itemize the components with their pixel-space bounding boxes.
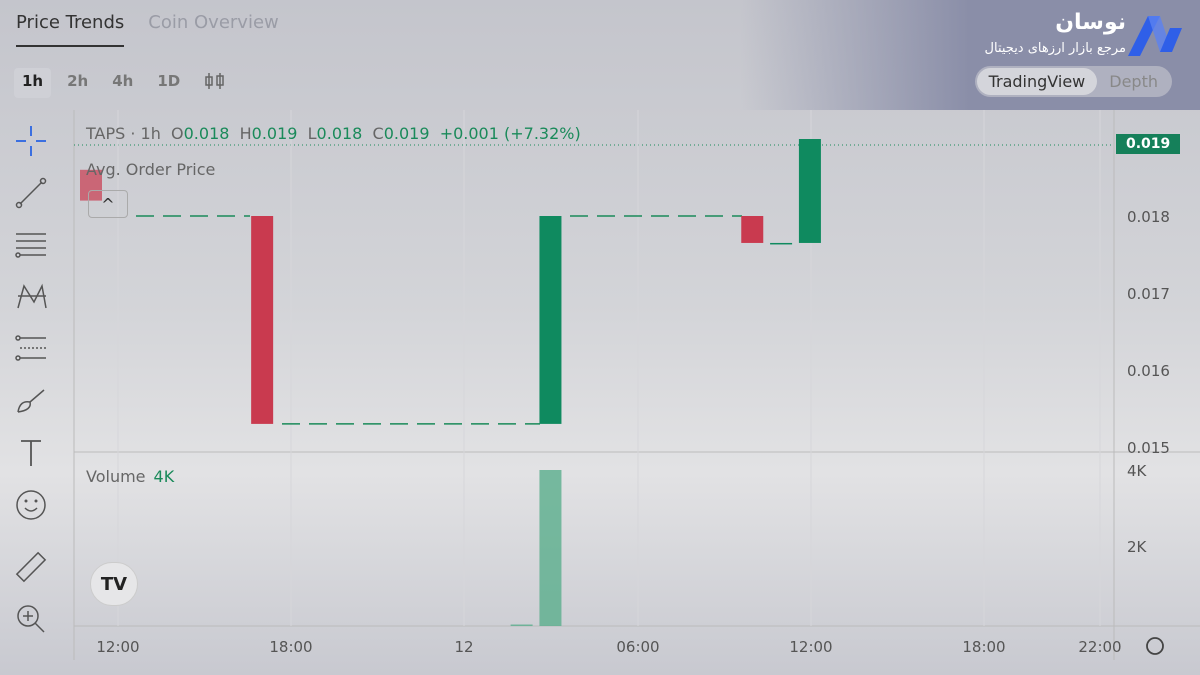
last-price-tag: 0.019 xyxy=(1116,134,1181,154)
tradingview-logo[interactable]: TV xyxy=(90,562,138,606)
volume-tick-label: 4K xyxy=(1127,462,1148,480)
close-value: 0.019 xyxy=(383,124,430,143)
x-tick-label: 12:00 xyxy=(789,638,832,656)
y-tick-label: 0.018 xyxy=(1127,208,1170,226)
price-chart[interactable]: 12:00 18:00 12 06:00 12:00 18:00 22:00 0.015 0.0… xyxy=(0,0,1200,675)
x-tick-label: 06:00 xyxy=(616,638,659,656)
x-tick-label: 12 xyxy=(454,638,473,656)
x-tick-label: 18:00 xyxy=(962,638,1005,656)
chart-settings-icon xyxy=(1146,637,1164,655)
y-tick-label: 0.015 xyxy=(1127,439,1170,457)
candle xyxy=(770,242,793,245)
volume-label: Volume xyxy=(86,467,146,486)
open-label: O xyxy=(171,124,184,143)
volume-bar xyxy=(510,624,533,626)
volume-bar xyxy=(539,470,562,626)
x-tick-label: 12:00 xyxy=(96,638,139,656)
high-value: 0.019 xyxy=(251,124,298,143)
candle xyxy=(741,216,764,243)
candle xyxy=(539,216,562,424)
low-value: 0.018 xyxy=(316,124,363,143)
y-tick-label: 0.017 xyxy=(1127,285,1170,303)
y-tick-label: 0.016 xyxy=(1127,362,1170,380)
low-label: L xyxy=(307,124,317,143)
high-label: H xyxy=(239,124,252,143)
change-value: +0.001 (+7.32%) xyxy=(439,124,581,143)
symbol-label: TAPS · 1h xyxy=(86,124,161,143)
candle xyxy=(798,139,821,243)
volume-value: 4K xyxy=(153,467,175,486)
volume-legend: Volume 4K xyxy=(86,467,174,486)
open-value: 0.018 xyxy=(183,124,230,143)
collapse-indicators-button[interactable]: ^ xyxy=(88,190,128,218)
volume-tick-label: 2K xyxy=(1127,538,1148,556)
avg-order-price-label: Avg. Order Price xyxy=(86,160,216,179)
close-label: C xyxy=(372,124,384,143)
candle xyxy=(251,216,274,424)
x-tick-label: 18:00 xyxy=(269,638,312,656)
x-tick-label: 22:00 xyxy=(1078,638,1121,656)
ohlc-legend: TAPS · 1h O0.018 H0.019 L0.018 C0.019 +0… xyxy=(86,124,581,143)
